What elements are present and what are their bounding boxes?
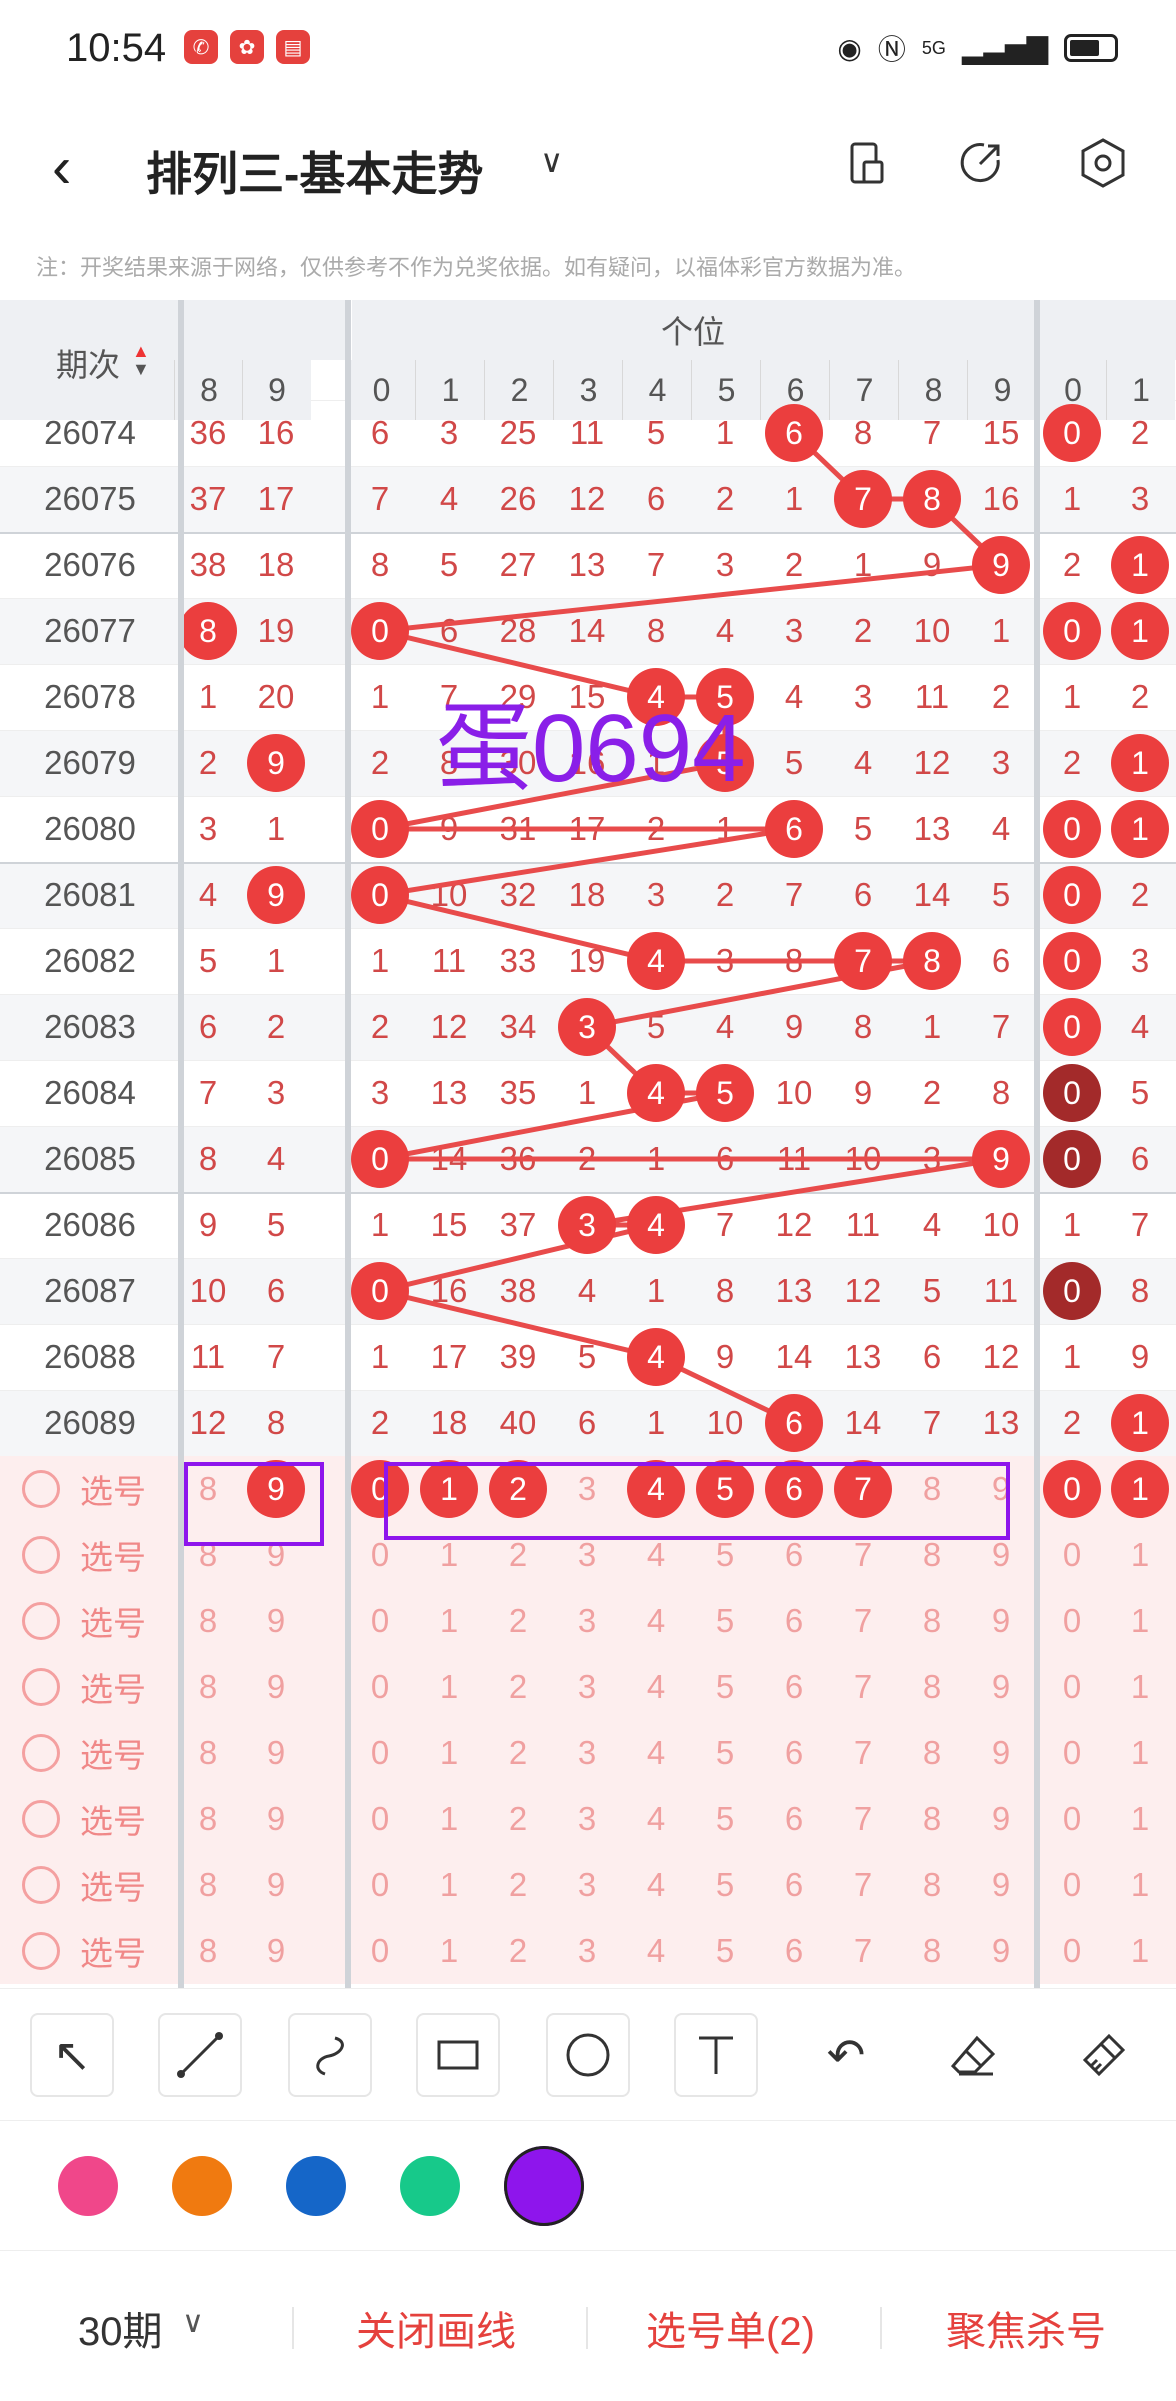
hit-ball: 0 (351, 1130, 409, 1188)
hit-ball: 5 (696, 1064, 754, 1122)
hit-ball: 3 (558, 998, 616, 1056)
color-swatch[interactable] (58, 2156, 118, 2216)
hit-ball: 4 (627, 932, 685, 990)
disclaimer-note: 注：开奖结果来源于网络，仅供参考不作为兑奖依据。如有疑问，以福体彩官方数据为准。 (36, 255, 917, 280)
eye-icon: ◉ (837, 32, 862, 64)
device-icon[interactable] (840, 136, 894, 190)
clear-brush-icon[interactable] (1062, 2013, 1146, 2097)
annotation-box-right (384, 1462, 1010, 1540)
eraser-icon[interactable] (932, 2013, 1016, 2097)
arrow-tool-icon[interactable]: ↖ (30, 2013, 114, 2097)
signal-icon: ▂▃▅▇ (961, 32, 1048, 64)
focus-kill-button[interactable]: 聚焦杀号 (946, 2299, 1106, 2357)
hit-ball: 0 (351, 866, 409, 924)
column-divider (345, 300, 351, 1988)
color-palette (0, 2120, 1176, 2251)
book-app-icon: ▤ (276, 30, 310, 64)
period-select[interactable]: 30期 (78, 2299, 163, 2357)
hit-ball: 3 (558, 1196, 616, 1254)
hit-ball: 4 (627, 1328, 685, 1386)
hit-ball: 0 (351, 800, 409, 858)
hit-ball: 0 (351, 602, 409, 660)
column-divider (1034, 300, 1040, 1988)
hit-ball: 4 (627, 1196, 685, 1254)
hit-ball: 0 (1043, 932, 1101, 990)
hit-ball: 0 (1043, 866, 1101, 924)
chevron-down-icon[interactable]: ∨ (540, 142, 563, 180)
hit-ball: 1 (1111, 800, 1169, 858)
settings-icon[interactable] (1076, 136, 1130, 190)
close-draw-button[interactable]: 关闭画线 (356, 2299, 516, 2357)
hit-ball: 9 (247, 866, 305, 924)
trend-line (379, 431, 1007, 1426)
hit-ball: 1 (1111, 602, 1169, 660)
hit-ball: 0 (351, 1262, 409, 1320)
column-divider (178, 300, 184, 1988)
picker-digit[interactable]: 1 (1111, 1460, 1169, 1518)
drawing-toolbar: ↖ ↶ (0, 1988, 1176, 2119)
huawei-app-icon: ✿ (230, 30, 264, 64)
trend-table: 期次 ▲ ▼ 个位 蛋0694 8 9 0 1 2 3 4 5 6 7 8 9 0 1 26074 36 16 6 3… (0, 300, 1176, 1988)
page-title[interactable]: 排列三-基本走势 (146, 138, 483, 204)
pick-list-button[interactable]: 选号单(2) (646, 2299, 815, 2357)
text-tool-icon[interactable] (674, 2013, 758, 2097)
hit-ball: 9 (247, 734, 305, 792)
annotation-text: 蛋0694 (436, 695, 746, 802)
notification-icons: ✆ ✿ ▤ (184, 30, 310, 64)
hit-ball: 6 (765, 1394, 823, 1452)
phone-app-icon: ✆ (184, 30, 218, 64)
bottom-action-bar: 30期 ∨ 关闭画线 选号单(2) 聚焦杀号 (0, 2250, 1176, 2401)
hit-ball: 1 (1111, 734, 1169, 792)
picker-digit[interactable]: 0 (1043, 1460, 1101, 1518)
hit-ball: 0 (1043, 998, 1101, 1056)
ellipse-tool-icon[interactable] (546, 2013, 630, 2097)
line-tool-icon[interactable] (158, 2013, 242, 2097)
hit-ball: 1 (1111, 1394, 1169, 1452)
hit-ball: 0 (1043, 1262, 1101, 1320)
hit-ball: 4 (627, 1064, 685, 1122)
signal-text: 5G (921, 37, 946, 58)
chevron-down-icon[interactable]: ∨ (182, 2305, 204, 2340)
hit-ball: 6 (765, 800, 823, 858)
hit-ball: 9 (972, 536, 1030, 594)
app-header: ‹ 排列三-基本走势 ∨ (0, 110, 1176, 220)
hit-ball: 0 (1043, 404, 1101, 462)
hit-ball: 8 (179, 602, 237, 660)
color-swatch[interactable] (172, 2156, 232, 2216)
annotation-box-left (184, 1462, 324, 1546)
hit-ball: 7 (834, 470, 892, 528)
share-icon[interactable] (954, 136, 1008, 190)
hit-ball: 0 (1043, 1130, 1101, 1188)
hit-ball: 8 (903, 470, 961, 528)
color-swatch[interactable] (400, 2156, 460, 2216)
hit-ball: 1 (1111, 536, 1169, 594)
status-time: 10:54 (66, 26, 167, 70)
hit-ball: 0 (1043, 800, 1101, 858)
nfc-icon: Ⓝ (877, 34, 906, 65)
hit-ball: 0 (1043, 602, 1101, 660)
color-swatch[interactable] (286, 2156, 346, 2216)
hit-ball: 0 (1043, 1064, 1101, 1122)
back-icon[interactable]: ‹ (52, 134, 71, 201)
selected-color-swatch[interactable] (504, 2146, 584, 2226)
undo-icon[interactable]: ↶ (804, 2013, 888, 2097)
battery-icon (1064, 34, 1118, 62)
hit-ball: 9 (972, 1130, 1030, 1188)
status-bar: 10:54 ✆ ✿ ▤ ◉ Ⓝ 5G ▂▃▅▇ (0, 0, 1176, 100)
hit-ball: 8 (903, 932, 961, 990)
hit-ball: 6 (765, 404, 823, 462)
status-indicators: ◉ Ⓝ 5G ▂▃▅▇ (837, 28, 1118, 68)
hit-ball: 7 (834, 932, 892, 990)
rectangle-tool-icon[interactable] (416, 2013, 500, 2097)
curve-tool-icon[interactable] (288, 2013, 372, 2097)
